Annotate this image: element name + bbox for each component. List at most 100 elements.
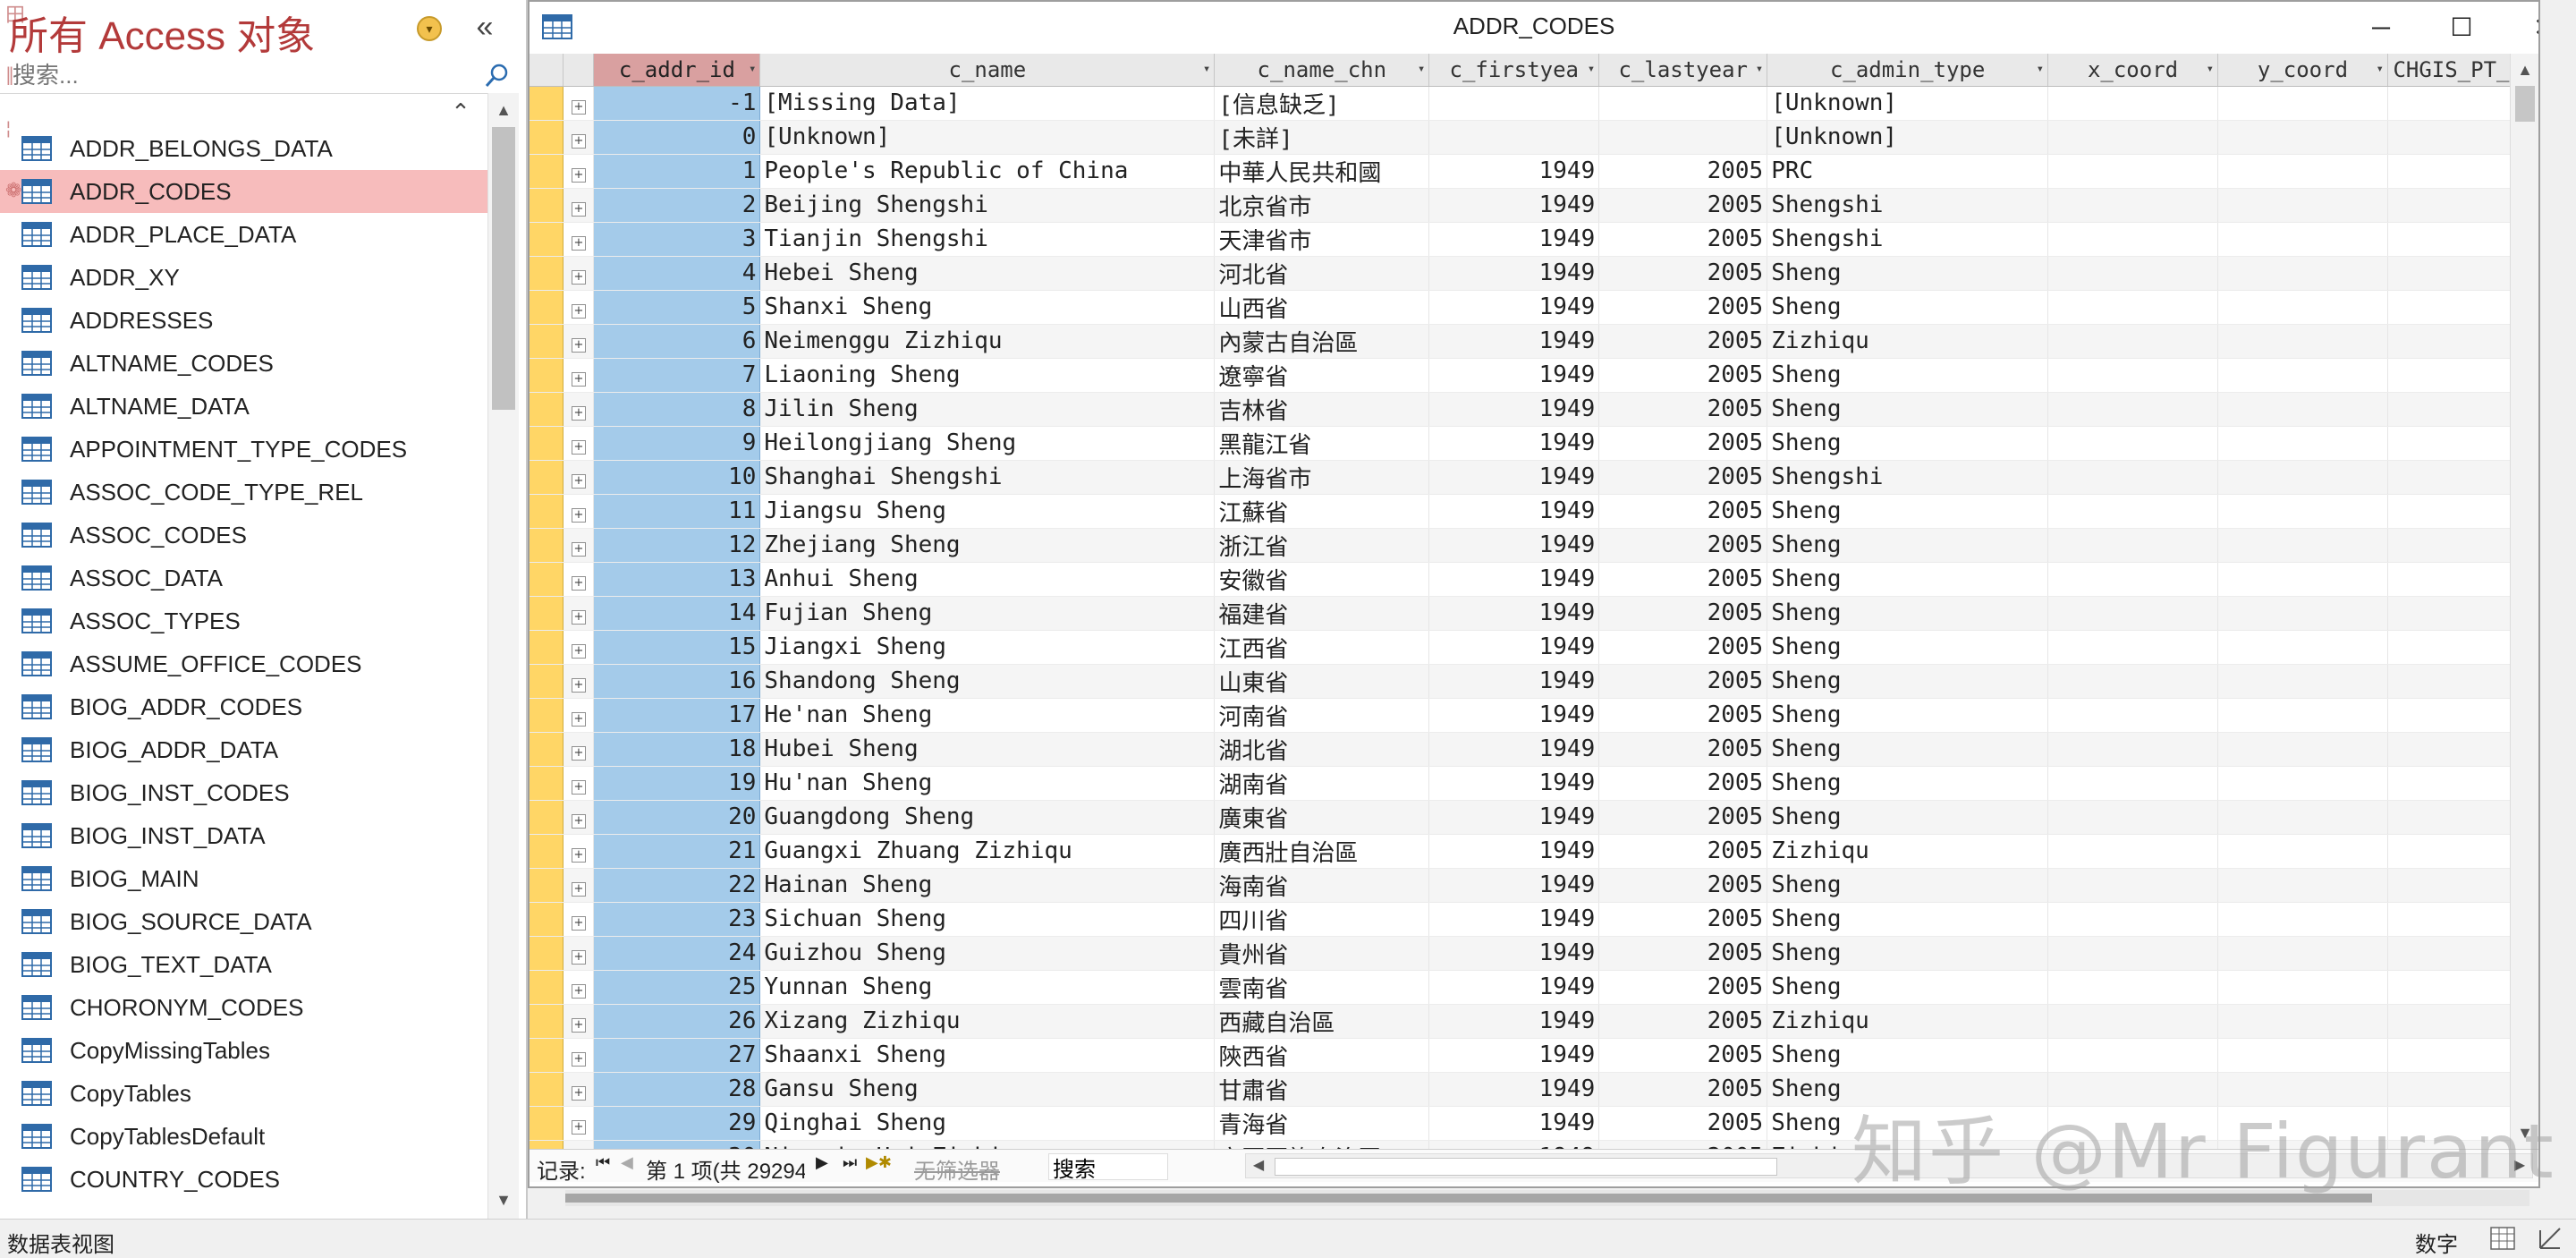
cell-c-firstyea[interactable]: 1949 (1428, 936, 1600, 971)
expand-subdatasheet-icon[interactable]: + (563, 800, 595, 835)
expand-subdatasheet-icon[interactable]: + (563, 834, 595, 869)
cell-c-lastyear[interactable]: 2005 (1598, 494, 1768, 529)
nav-item-addresses[interactable]: ADDRESSES (0, 299, 487, 342)
cell-c-admin-type[interactable]: Shengshi (1767, 222, 2049, 257)
cell-c-lastyear[interactable]: 2005 (1598, 188, 1768, 223)
expand-subdatasheet-icon[interactable]: + (563, 1038, 595, 1073)
horizontal-scroll-thumb[interactable] (1275, 1158, 1777, 1176)
nav-item-biog-main[interactable]: BIOG_MAIN (0, 857, 487, 900)
row-selector[interactable] (530, 494, 564, 529)
cell-x-coord[interactable] (2047, 1004, 2218, 1039)
cell-c-firstyea[interactable]: 1949 (1428, 494, 1600, 529)
cell-chgis-pt-[interactable] (2387, 902, 2515, 937)
sort-filter-dropdown-icon[interactable]: ▾ (2207, 62, 2214, 76)
cell-c-name[interactable]: Liaoning Sheng (759, 358, 1216, 393)
cell-c-name-chn[interactable]: 河南省 (1214, 698, 1430, 733)
nav-item-addr-place-data[interactable]: ADDR_PLACE_DATA (0, 213, 487, 256)
cell-c-admin-type[interactable]: Sheng (1767, 596, 2049, 631)
cell-c-addr-id[interactable]: 13 (593, 562, 761, 597)
cell-c-admin-type[interactable]: [Unknown] (1767, 86, 2049, 121)
expand-subdatasheet-icon[interactable]: + (563, 1106, 595, 1141)
cell-c-name-chn[interactable]: 吉林省 (1214, 392, 1430, 427)
cell-y-coord[interactable] (2217, 494, 2388, 529)
nav-item-appointment-type-codes[interactable]: APPOINTMENT_TYPE_CODES (0, 428, 487, 471)
cell-c-name-chn[interactable]: 安徽省 (1214, 562, 1430, 597)
cell-c-addr-id[interactable]: 8 (593, 392, 761, 427)
cell-x-coord[interactable] (2047, 290, 2218, 325)
cell-x-coord[interactable] (2047, 596, 2218, 631)
search-icon[interactable] (483, 61, 512, 89)
cell-c-name[interactable]: Jiangsu Sheng (759, 494, 1216, 529)
row-selector[interactable] (530, 256, 564, 291)
cell-c-addr-id[interactable]: 14 (593, 596, 761, 631)
cell-c-name-chn[interactable]: 黑龍江省 (1214, 426, 1430, 461)
expand-subdatasheet-icon[interactable]: + (563, 1140, 595, 1149)
cell-c-lastyear[interactable]: 2005 (1598, 970, 1768, 1005)
cell-c-name[interactable]: [Missing Data] (759, 86, 1216, 121)
cell-c-name[interactable]: He'nan Sheng (759, 698, 1216, 733)
cell-y-coord[interactable] (2217, 562, 2388, 597)
cell-c-firstyea[interactable]: 1949 (1428, 188, 1600, 223)
expand-subdatasheet-icon[interactable]: + (563, 868, 595, 903)
cell-y-coord[interactable] (2217, 800, 2388, 835)
cell-x-coord[interactable] (2047, 902, 2218, 937)
first-record-icon[interactable]: ⏮ (596, 1153, 610, 1172)
cell-chgis-pt-[interactable] (2387, 222, 2515, 257)
table-row[interactable]: +1 People's Republic of China 中華人民共和國 1949 2… (530, 154, 2515, 189)
table-row[interactable]: +17 He'nan Sheng 河南省 1949 2005 Sheng (530, 698, 2515, 733)
cell-c-lastyear[interactable]: 2005 (1598, 868, 1768, 903)
cell-c-lastyear[interactable] (1598, 120, 1768, 155)
cell-c-lastyear[interactable]: 2005 (1598, 358, 1768, 393)
table-row[interactable]: +9 Heilongjiang Sheng 黑龍江省 1949 2005 Sheng (530, 426, 2515, 461)
cell-c-lastyear[interactable]: 2005 (1598, 630, 1768, 665)
nav-item-biog-addr-data[interactable]: BIOG_ADDR_DATA (0, 728, 487, 771)
cell-x-coord[interactable] (2047, 188, 2218, 223)
nav-item-biog-inst-data[interactable]: BIOG_INST_DATA (0, 814, 487, 857)
expand-subdatasheet-icon[interactable]: + (563, 664, 595, 699)
cell-c-addr-id[interactable]: 12 (593, 528, 761, 563)
cell-c-lastyear[interactable]: 2005 (1598, 1140, 1768, 1149)
cell-c-name[interactable]: [Unknown] (759, 120, 1216, 155)
cell-c-admin-type[interactable]: Sheng (1767, 664, 2049, 699)
cell-c-addr-id[interactable]: 9 (593, 426, 761, 461)
nav-menu-dropdown-icon[interactable]: ▾ (417, 16, 442, 41)
cell-y-coord[interactable] (2217, 936, 2388, 971)
expand-subdatasheet-icon[interactable]: + (563, 392, 595, 427)
table-row[interactable]: +14 Fujian Sheng 福建省 1949 2005 Sheng (530, 596, 2515, 631)
cell-x-coord[interactable] (2047, 698, 2218, 733)
row-selector[interactable] (530, 834, 564, 869)
cell-c-name[interactable]: Shanxi Sheng (759, 290, 1216, 325)
expand-subdatasheet-icon[interactable]: + (563, 902, 595, 937)
cell-c-name-chn[interactable]: 海南省 (1214, 868, 1430, 903)
row-selector[interactable] (530, 1038, 564, 1073)
table-row[interactable]: +8 Jilin Sheng 吉林省 1949 2005 Sheng (530, 392, 2515, 427)
cell-y-coord[interactable] (2217, 154, 2388, 189)
nav-scrollbar[interactable]: ▲ ▼ (487, 93, 519, 1219)
cell-chgis-pt-[interactable] (2387, 528, 2515, 563)
cell-x-coord[interactable] (2047, 256, 2218, 291)
cell-c-admin-type[interactable]: PRC (1767, 154, 2049, 189)
cell-c-name[interactable]: Anhui Sheng (759, 562, 1216, 597)
nav-item-copytables[interactable]: CopyTables (0, 1072, 487, 1115)
table-row[interactable]: +24 Guizhou Sheng 貴州省 1949 2005 Sheng (530, 936, 2515, 971)
row-selector[interactable] (530, 1004, 564, 1039)
cell-c-firstyea[interactable] (1428, 120, 1600, 155)
cell-c-admin-type[interactable]: Zizhiqu (1767, 834, 2049, 869)
expand-subdatasheet-icon[interactable]: + (563, 562, 595, 597)
collapse-group-icon[interactable]: ⌃ (447, 98, 474, 125)
cell-c-name[interactable]: Hainan Sheng (759, 868, 1216, 903)
table-row[interactable]: +19 Hu'nan Sheng 湖南省 1949 2005 Sheng (530, 766, 2515, 801)
row-selector[interactable] (530, 562, 564, 597)
cell-x-coord[interactable] (2047, 460, 2218, 495)
cell-x-coord[interactable] (2047, 834, 2218, 869)
cell-x-coord[interactable] (2047, 426, 2218, 461)
cell-c-admin-type[interactable]: Sheng (1767, 936, 2049, 971)
record-search-input[interactable] (1048, 1153, 1168, 1180)
cell-c-lastyear[interactable]: 2005 (1598, 392, 1768, 427)
expand-subdatasheet-icon[interactable]: + (563, 596, 595, 631)
cell-x-coord[interactable] (2047, 868, 2218, 903)
expand-subdatasheet-icon[interactable]: + (563, 1072, 595, 1107)
cell-chgis-pt-[interactable] (2387, 392, 2515, 427)
window-titlebar[interactable]: ADDR_CODES ─ ☐ ✕ (530, 2, 2538, 54)
cell-chgis-pt-[interactable] (2387, 154, 2515, 189)
